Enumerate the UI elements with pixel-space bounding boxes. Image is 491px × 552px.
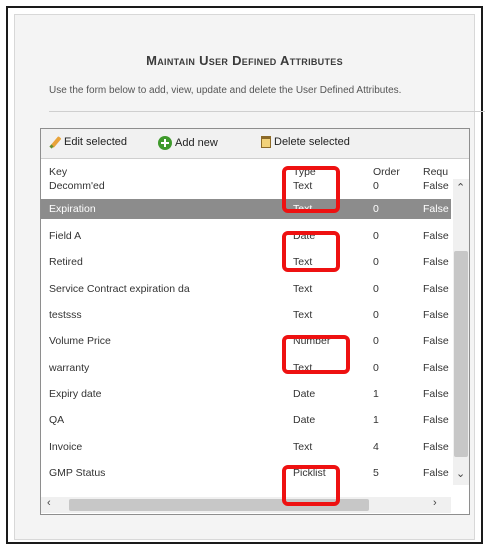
highlight-box	[282, 465, 340, 506]
horizontal-scrollbar[interactable]: ‹ ›	[41, 497, 451, 513]
column-header-order[interactable]: Order	[373, 166, 400, 178]
cell-key: QA	[49, 414, 65, 426]
cell-order: 5	[373, 467, 379, 479]
attributes-grid: Edit selected Add new Delete selected Ke…	[40, 128, 470, 515]
cell-order: 0	[373, 230, 379, 242]
cell-order: 0	[373, 256, 379, 268]
cell-required: False	[423, 180, 449, 192]
page-description: Use the form below to add, view, update …	[49, 85, 402, 96]
edit-selected-button[interactable]: Edit selected	[49, 136, 127, 148]
highlight-box	[282, 335, 350, 374]
cell-order: 1	[373, 414, 379, 426]
table-row[interactable]: testsss Text 0 False	[41, 305, 451, 325]
cell-required: False	[423, 335, 449, 347]
cell-key: Field A	[49, 230, 82, 242]
cell-required: False	[423, 256, 449, 268]
cell-order: 4	[373, 441, 379, 453]
cell-order: 0	[373, 180, 379, 192]
edit-selected-label: Edit selected	[64, 136, 127, 148]
cell-key: Invoice	[49, 441, 83, 453]
table-row[interactable]: warranty Text 0 False	[41, 358, 451, 378]
cell-key: Expiry date	[49, 388, 102, 400]
add-new-button[interactable]: Add new	[158, 136, 218, 150]
cell-type: Date	[293, 414, 316, 426]
cell-required: False	[423, 441, 449, 453]
cell-required: False	[423, 467, 449, 479]
chevron-right-icon[interactable]: ›	[433, 498, 437, 509]
cell-required: False	[423, 388, 449, 400]
delete-selected-button[interactable]: Delete selected	[261, 136, 350, 148]
cell-required: False	[423, 414, 449, 426]
cell-key: testsss	[49, 309, 82, 321]
add-icon	[158, 136, 172, 150]
table-row[interactable]: Retired Text 0 False	[41, 252, 451, 272]
page-title: Maintain User Defined Attributes	[146, 53, 343, 68]
table-row[interactable]: Expiry date Date 1 False	[41, 384, 451, 404]
cell-key: Expiration	[49, 203, 96, 215]
table-row[interactable]: GMP Status Picklist 5 False	[41, 463, 451, 483]
cell-key: Retired	[49, 256, 83, 268]
table-row[interactable]: Expiration Text 0 False	[41, 199, 451, 219]
add-new-label: Add new	[175, 137, 218, 149]
highlight-box	[282, 166, 340, 213]
chevron-left-icon[interactable]: ‹	[47, 498, 51, 509]
cell-required: False	[423, 362, 449, 374]
table-row[interactable]: Field A Date 0 False	[41, 226, 451, 246]
cell-order: 1	[373, 388, 379, 400]
cell-order: 0	[373, 335, 379, 347]
chevron-down-icon[interactable]: ⌄	[456, 469, 465, 480]
cell-key: Decomm'ed	[49, 180, 105, 192]
table-row[interactable]: Volume Price Number 0 False	[41, 331, 451, 351]
cell-required: False	[423, 203, 449, 215]
vertical-scrollbar[interactable]: ⌃ ⌄	[453, 179, 469, 485]
cell-order: 0	[373, 283, 379, 295]
table-row[interactable]: Decomm'ed Text 0 False	[41, 179, 451, 195]
column-header-key[interactable]: Key	[49, 166, 67, 178]
cell-type: Text	[293, 309, 313, 321]
table-row[interactable]: QA Date 1 False	[41, 410, 451, 430]
cell-order: 0	[373, 362, 379, 374]
table-row[interactable]: Service Contract expiration da Text 0 False	[41, 279, 451, 299]
chevron-up-icon[interactable]: ⌃	[456, 183, 465, 194]
cell-type: Text	[293, 283, 313, 295]
cell-required: False	[423, 230, 449, 242]
cell-key: GMP Status	[49, 467, 106, 479]
pencil-icon	[49, 136, 61, 148]
cell-type: Text	[293, 441, 313, 453]
table-row[interactable]: Invoice Text 4 False	[41, 437, 451, 457]
highlight-box	[282, 231, 340, 272]
cell-key: Service Contract expiration da	[49, 283, 190, 295]
trash-icon	[261, 136, 271, 148]
grid-toolbar: Edit selected Add new Delete selected	[41, 129, 469, 159]
cell-key: Volume Price	[49, 335, 111, 347]
cell-required: False	[423, 283, 449, 295]
cell-order: 0	[373, 309, 379, 321]
cell-required: False	[423, 309, 449, 321]
cell-order: 0	[373, 203, 379, 215]
cell-key: warranty	[49, 362, 90, 374]
delete-selected-label: Delete selected	[274, 136, 350, 148]
column-header-required[interactable]: Requ	[423, 166, 448, 178]
cell-type: Date	[293, 388, 316, 400]
vertical-scroll-thumb[interactable]	[454, 251, 468, 457]
divider	[49, 111, 485, 112]
